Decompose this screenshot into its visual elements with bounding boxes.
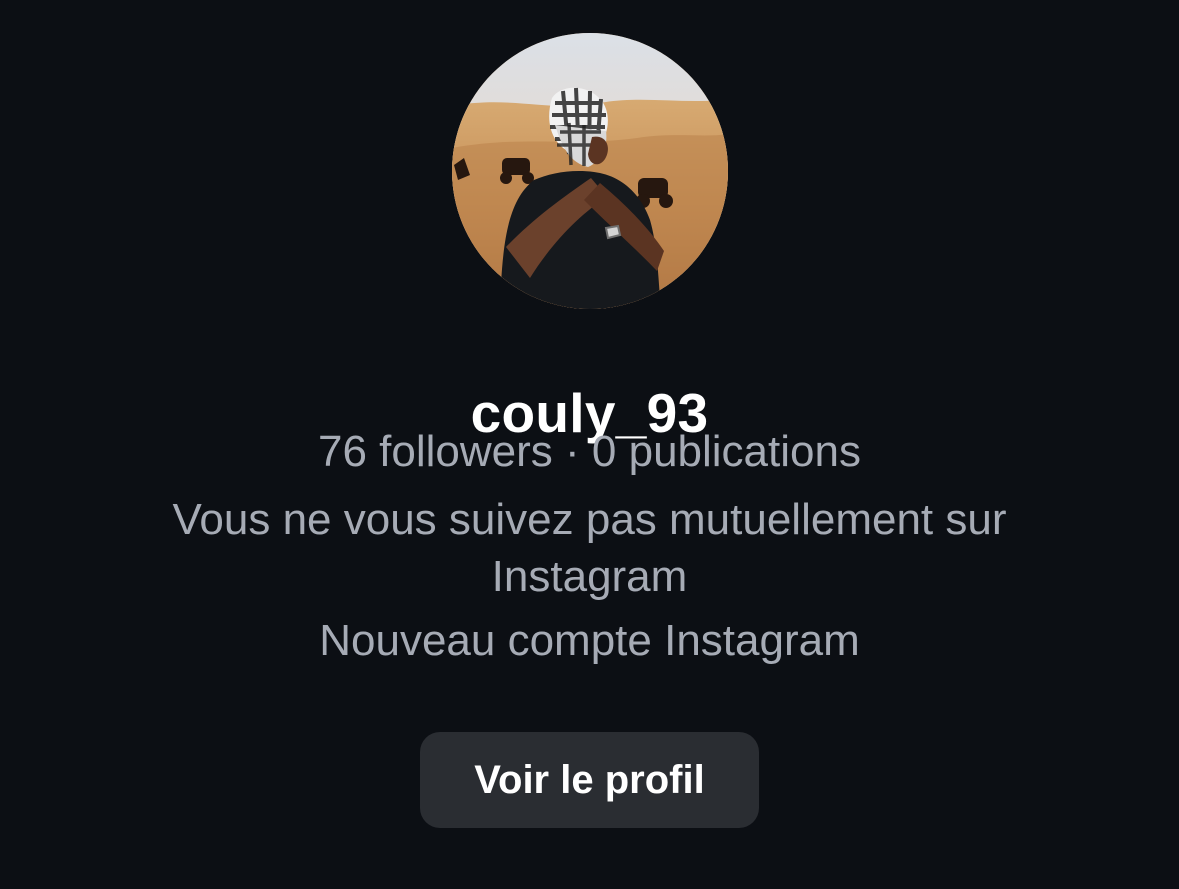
profile-stats: 76 followers · 0 publications [318, 427, 861, 476]
account-status: Nouveau compte Instagram [319, 616, 860, 665]
profile-photo-icon [452, 33, 728, 309]
view-profile-button[interactable]: Voir le profil [420, 732, 759, 828]
profile-card: couly_93 76 followers · 0 publications V… [0, 0, 1179, 889]
profile-avatar[interactable] [452, 33, 728, 309]
mutual-follow-status: Vous ne vous suivez pas mutuellement sur… [172, 495, 1007, 601]
